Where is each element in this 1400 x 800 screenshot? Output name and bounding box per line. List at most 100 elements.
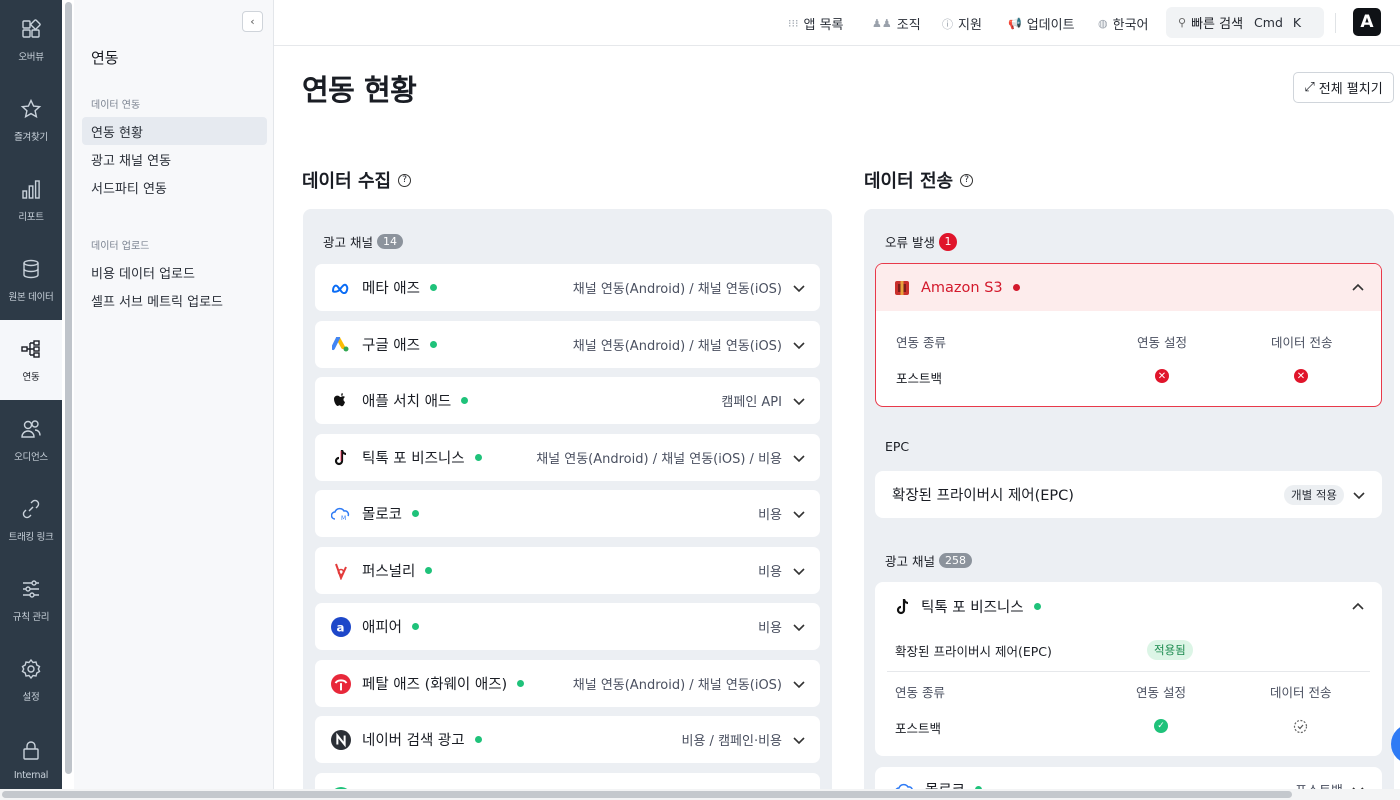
support-menu[interactable]: ⓘ 지원 (942, 14, 982, 34)
chevron-down-icon[interactable] (792, 507, 806, 521)
epc-card-name: 확장된 프라이버시 제어(EPC) (892, 488, 1074, 504)
status-dot (474, 454, 482, 461)
icon-rail: 오버뷰 즐겨찾기 리포트 원본 데이터 연동 오디언스 트래킹 링크 규칙 관리… (0, 0, 62, 800)
chevron-down-icon[interactable] (792, 733, 806, 747)
column-header: 데이터 전송 (1271, 335, 1333, 350)
column-header: 연동 설정 (1136, 685, 1186, 700)
rail-item-favorites[interactable]: 즐겨찾기 (0, 80, 62, 160)
error-card-name: Amazon S3 (921, 279, 1003, 296)
subnav-item-third-party[interactable]: 서드파티 연동 (82, 173, 267, 201)
epc-card[interactable]: 확장된 프라이버시 제어(EPC) 개별 적용 (875, 471, 1382, 518)
updates-menu[interactable]: 📢 업데이트 (1008, 14, 1075, 33)
channel-row-meta[interactable]: 메타 애즈 채널 연동(Android) / 채널 연동(iOS) (315, 264, 820, 311)
row-label: 포스트백 (896, 371, 943, 386)
tiktok-card-header[interactable]: 틱톡 포 비즈니스 (895, 596, 1365, 617)
rail-item-rules[interactable]: 규칙 관리 (0, 560, 62, 640)
channel-name: 퍼스널리 (362, 564, 416, 580)
audience-icon (21, 419, 41, 438)
subnav-item-status[interactable]: 연동 현황 (82, 117, 267, 145)
subnav-item-cost-upload[interactable]: 비용 데이터 업로드 (82, 258, 267, 286)
collapse-sidebar-button[interactable]: ‹ (242, 11, 263, 32)
channel-name: 네이버 검색 광고 (362, 733, 465, 749)
language-menu[interactable]: ◍ 한국어 (1098, 14, 1149, 33)
status-dot (1033, 603, 1041, 610)
error-label-text: 오류 발생 (885, 235, 935, 250)
channel-row-naver[interactable]: 네이버 검색 광고 비용 / 캠페인·비용 (315, 716, 820, 763)
collect-panel: 광고 채널 14 메타 애즈 채널 연동(Android) / 채널 연동(iOS… (303, 209, 832, 800)
channel-row-apple[interactable]: 애플 서치 애드 캠페인 API (315, 377, 820, 424)
subnav-item-metric-upload[interactable]: 셀프 서브 메트릭 업로드 (82, 286, 267, 314)
epc-group-label: EPC (885, 439, 910, 454)
team-icon: ♟♟ (872, 17, 892, 30)
error-x-icon: ✕ (1294, 369, 1308, 383)
rail-label: 리포트 (18, 211, 44, 223)
quick-search-button[interactable]: ⚲ 빠른 검색 Cmd K (1166, 7, 1324, 38)
chevron-down-icon[interactable] (792, 281, 806, 295)
channel-row-google[interactable]: 구글 애즈 채널 연동(Android) / 채널 연동(iOS) (315, 321, 820, 368)
channel-row-petal[interactable]: 페탈 애즈 (화웨이 애즈) 채널 연동(Android) / 채널 연동(iO… (315, 660, 820, 707)
count-badge: 14 (376, 234, 403, 249)
expand-all-button[interactable]: ⤢ 전체 펼치기 (1293, 72, 1394, 103)
send-channel-group-label: 광고 채널 258 (885, 551, 972, 570)
error-card-header[interactable]: Amazon S3 (876, 264, 1381, 311)
page-title: 연동 현황 (302, 73, 417, 107)
scrollbar-thumb[interactable] (2, 791, 1292, 798)
chevron-up-icon[interactable] (1351, 600, 1365, 614)
tiktok-card-name: 틱톡 포 비즈니스 (921, 600, 1024, 616)
column-header: 데이터 전송 (1270, 685, 1332, 700)
chevron-down-icon[interactable] (792, 451, 806, 465)
tiktok-send-card: 틱톡 포 비즈니스 확장된 프라이버시 제어(EPC) 적용됨 연동 종류 연동… (875, 582, 1382, 756)
apps-grid-icon: ⁝⁝⁝ (788, 17, 799, 30)
chevron-down-icon[interactable] (792, 677, 806, 691)
subnav-group-label: 데이터 연동 (91, 100, 141, 111)
rail-item-integration[interactable]: 연동 (0, 320, 62, 400)
status-dot (425, 567, 433, 574)
chevron-up-icon[interactable] (1351, 281, 1365, 295)
status-dot (412, 623, 420, 630)
apps-menu[interactable]: ⁝⁝⁝ 앱 목록 (788, 14, 844, 33)
svg-text:M: M (341, 515, 346, 521)
app-logo[interactable]: A (1353, 8, 1381, 36)
rail-label: 연동 (22, 371, 40, 383)
rail-item-internal[interactable]: Internal (0, 720, 62, 800)
appier-icon: a (331, 616, 351, 637)
rail-scrollbar[interactable] (64, 2, 73, 774)
channel-row-tiktok[interactable]: 틱톡 포 비즈니스 채널 연동(Android) / 채널 연동(iOS) / … (315, 434, 820, 481)
help-icon[interactable]: ? (960, 173, 974, 187)
search-icon: ⚲ (1178, 16, 1187, 29)
rail-item-reports[interactable]: 리포트 (0, 160, 62, 240)
chevron-down-icon[interactable] (792, 394, 806, 408)
channel-row-personaly[interactable]: 퍼스널리 비용 (315, 547, 820, 594)
channel-group-label: 광고 채널 14 (323, 232, 403, 251)
tiktok-icon (896, 598, 909, 614)
chevron-down-icon[interactable] (792, 338, 806, 352)
chevron-down-icon[interactable] (792, 620, 806, 634)
send-title: 데이터 전송 (864, 171, 954, 192)
channel-detail: 채널 연동(Android) / 채널 연동(iOS) (572, 339, 782, 354)
horizontal-scrollbar[interactable] (0, 789, 1400, 800)
rail-item-tracking-link[interactable]: 트래킹 링크 (0, 480, 62, 560)
chevron-down-icon[interactable] (792, 564, 806, 578)
channel-detail: 비용 (758, 565, 782, 580)
help-icon[interactable]: ? (398, 173, 412, 187)
sub-navigation: ‹ 연동 데이터 연동 연동 현황 광고 채널 연동 서드파티 연동 데이터 업… (74, 0, 274, 800)
rail-item-overview[interactable]: 오버뷰 (0, 0, 62, 80)
rail-label: 규칙 관리 (12, 611, 50, 623)
check-icon: ✓ (1154, 719, 1168, 733)
subnav-item-ad-channel[interactable]: 광고 채널 연동 (82, 145, 267, 173)
channel-detail: 캠페인 API (721, 395, 782, 410)
chevron-down-icon[interactable] (1352, 488, 1366, 502)
channel-name: 몰로코 (362, 507, 403, 523)
channel-row-moloco[interactable]: M 몰로코 비용 (315, 490, 820, 537)
column-header: 연동 설정 (1137, 335, 1187, 350)
channel-row-appier[interactable]: a 애피어 비용 (315, 603, 820, 650)
grid-icon (22, 18, 41, 38)
row-label: 포스트백 (895, 721, 942, 736)
petal-icon (331, 673, 351, 694)
rail-item-settings[interactable]: 설정 (0, 640, 62, 720)
scrollbar-thumb[interactable] (65, 2, 72, 774)
org-menu[interactable]: ♟♟ 조직 (872, 14, 921, 33)
rail-item-audience[interactable]: 오디언스 (0, 400, 62, 480)
rail-item-raw-data[interactable]: 원본 데이터 (0, 240, 62, 320)
error-card-amazon-s3: Amazon S3 연동 종류 연동 설정 데이터 전송 포스트백 ✕ ✕ (875, 263, 1382, 407)
